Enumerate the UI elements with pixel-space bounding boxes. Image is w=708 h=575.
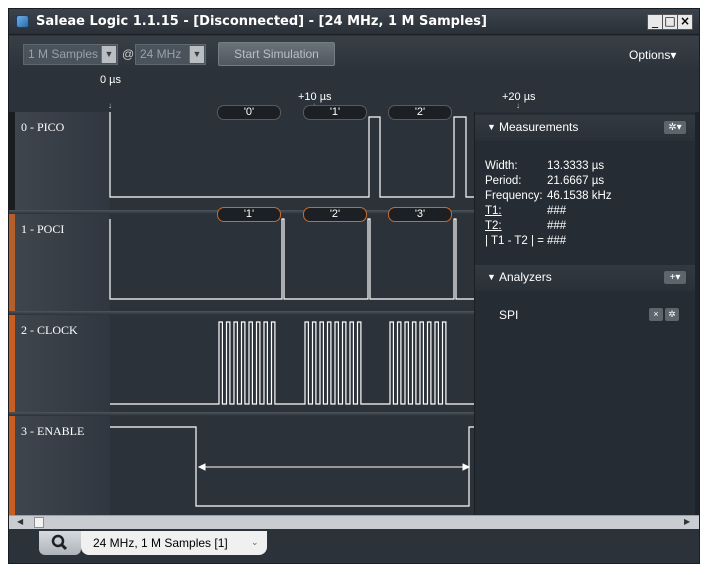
measurement-value: ### [547, 220, 567, 232]
channel-label-clock[interactable]: 2 - CLOCK [9, 315, 110, 412]
search-tab[interactable] [39, 531, 81, 555]
analyzers-header[interactable]: ▼ Analyzers +▾ [475, 265, 696, 291]
chevron-down-icon[interactable]: ⌄ [251, 537, 259, 548]
title-bar: Saleae Logic 1.1.15 - [Disconnected] - [… [9, 9, 699, 35]
maximize-button[interactable]: □ [662, 14, 678, 30]
measurements-header[interactable]: ▼ Measurements ✲▾ [475, 115, 696, 141]
tick-marker-icon: ↓ [108, 101, 112, 110]
channel-label-pico[interactable]: 0 - PICO [9, 112, 110, 210]
poci-trace [109, 218, 474, 300]
decode-bubble[interactable]: '2' [388, 105, 452, 120]
samples-value: 1 M Samples [28, 47, 99, 61]
gear-icon[interactable]: ✲▾ [664, 121, 686, 134]
measurement-value: ### [547, 235, 567, 247]
minimize-button[interactable]: _ [647, 14, 663, 30]
measurement-value: 46.1538 kHz [547, 190, 612, 202]
measurement-row: Width: 13.3333 µs [485, 160, 604, 172]
channel-color-strip [9, 112, 15, 210]
channel-name: 1 - POCI [21, 222, 65, 236]
t1-link[interactable]: T1: [485, 205, 502, 217]
arrow-left-icon [197, 463, 206, 471]
window-title: Saleae Logic 1.1.15 - [Disconnected] - [… [36, 14, 487, 29]
scroll-left-icon[interactable]: ◀ [17, 517, 23, 526]
measurement-value: ### [547, 205, 567, 217]
measurement-row[interactable]: T2: ### [485, 220, 566, 232]
toolbar: 1 M Samples ▼ @ 24 MHz ▼ Start Simulatio… [9, 36, 699, 72]
saleae-logo-icon [16, 15, 29, 28]
gear-icon[interactable]: ✲ [665, 308, 679, 321]
samples-select[interactable]: 1 M Samples ▼ [23, 44, 118, 65]
sample-rate-select[interactable]: 24 MHz ▼ [135, 44, 206, 65]
measurement-value: 21.6667 µs [547, 175, 605, 187]
measurement-key: Period: [485, 175, 522, 187]
clock-trace [110, 321, 474, 405]
session-tab-label: 24 MHz, 1 M Samples [1] [93, 536, 228, 550]
close-button[interactable]: × [677, 14, 693, 30]
tab-bar: 24 MHz, 1 M Samples [1] ⌄ [9, 529, 699, 563]
measurement-row: Frequency: 46.1538 kHz [485, 190, 612, 202]
analyzer-item-spi[interactable]: SPI [499, 308, 518, 322]
dropdown-arrow-icon[interactable]: ▼ [189, 46, 204, 63]
vertical-scrollbar[interactable] [695, 112, 699, 515]
scroll-right-icon[interactable]: ▶ [684, 517, 690, 526]
start-simulation-button[interactable]: Start Simulation [218, 42, 335, 66]
tick-marker-icon: ↓ [516, 101, 520, 110]
remove-analyzer-icon[interactable]: × [649, 308, 663, 321]
channel-color-strip [9, 214, 15, 311]
channel-color-strip [9, 315, 15, 412]
channel-name: 0 - PICO [21, 120, 65, 134]
measurement-key: | T1 - T2 | = [485, 235, 544, 247]
at-label: @ [122, 47, 135, 61]
t2-link[interactable]: T2: [485, 220, 502, 232]
decode-bubble[interactable]: '1' [303, 105, 367, 120]
measurement-row: Period: 21.6667 µs [485, 175, 604, 187]
dropdown-arrow-icon[interactable]: ▼ [101, 46, 116, 63]
channel-color-strip [9, 416, 15, 515]
measurement-key: Frequency: [485, 190, 543, 202]
measurement-row[interactable]: T1: ### [485, 205, 566, 217]
channel-name: 2 - CLOCK [21, 323, 78, 337]
analyzers-title: Analyzers [499, 270, 552, 284]
decode-bubble[interactable]: '3' [388, 207, 452, 222]
horizontal-scrollbar[interactable]: ◀ ▶ [9, 515, 699, 529]
collapse-caret-icon[interactable]: ▼ [487, 272, 496, 282]
pico-trace [109, 112, 474, 198]
search-icon [51, 534, 68, 551]
arrow-right-icon [462, 463, 471, 471]
measurement-row: | T1 - T2 | = ### [485, 235, 566, 247]
app-window: Saleae Logic 1.1.15 - [Disconnected] - [… [8, 8, 700, 564]
decode-bubble[interactable]: '0' [217, 105, 281, 120]
tick-label: 0 µs [100, 74, 122, 86]
scrollbar-thumb[interactable] [34, 517, 44, 528]
session-tab[interactable]: 24 MHz, 1 M Samples [1] ⌄ [81, 531, 267, 555]
measurements-title: Measurements [499, 120, 579, 134]
decode-bubble[interactable]: '2' [303, 207, 367, 222]
options-menu[interactable]: Options▾ [629, 48, 676, 62]
enable-trace [110, 426, 474, 507]
channel-name: 3 - ENABLE [21, 424, 85, 438]
channel-label-enable[interactable]: 3 - ENABLE [9, 416, 110, 515]
measurement-key: Width: [485, 160, 518, 172]
collapse-caret-icon[interactable]: ▼ [487, 122, 496, 132]
decode-bubble[interactable]: '1' [217, 207, 281, 222]
side-panel: ▼ Measurements ✲▾ Width: 13.3333 µs Peri… [474, 112, 696, 515]
channel-label-poci[interactable]: 1 - POCI [9, 214, 110, 311]
sample-rate-value: 24 MHz [140, 47, 182, 61]
add-analyzer-icon[interactable]: +▾ [664, 271, 686, 284]
measurement-value: 13.3333 µs [547, 160, 605, 172]
